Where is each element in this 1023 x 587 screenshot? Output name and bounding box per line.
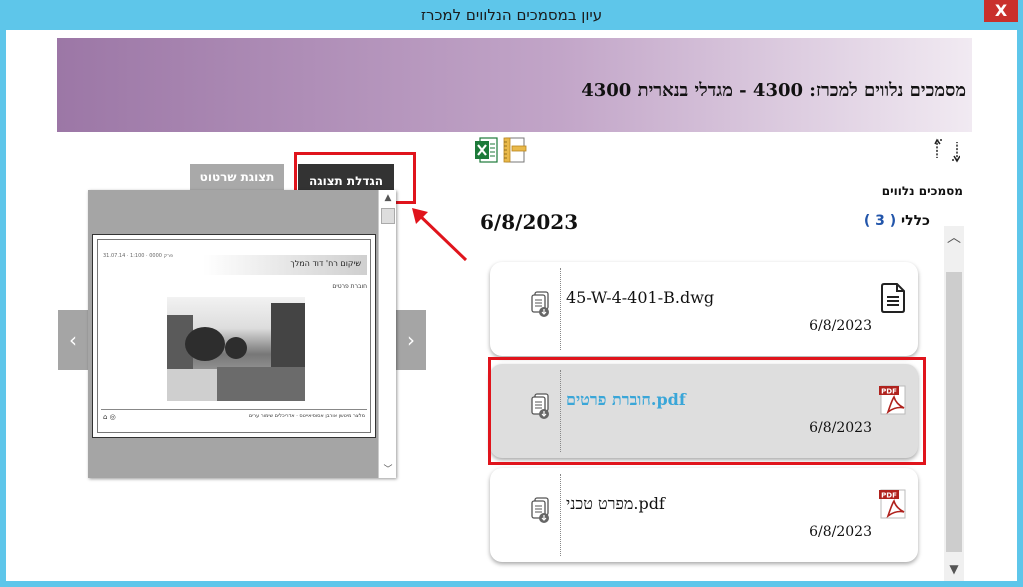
preview-doc-footer: מלצר מיטשן אורבן אסוסיאייטס · אדריכלים ש… xyxy=(248,413,365,419)
preview-scroll-up-icon[interactable]: ▲ xyxy=(379,190,397,206)
download-file-icon[interactable] xyxy=(530,496,552,524)
photo-tree xyxy=(225,337,247,359)
group-count: ( 3 ) xyxy=(863,213,897,229)
preview-page: פרק 0000 · 1:100 · 31.07.14 שיקום רח' דו… xyxy=(92,234,376,438)
close-button[interactable]: X xyxy=(984,0,1018,22)
group-name: כללי ( 3 ) xyxy=(864,213,930,229)
prev-page-button[interactable]: ‹ xyxy=(58,310,88,370)
file-name[interactable]: מפרט טכני.pdf xyxy=(566,494,665,514)
preview-scroll-down-icon[interactable]: ﹀ xyxy=(379,462,397,478)
scroll-up-icon[interactable]: ︿ xyxy=(944,226,964,250)
page-title: מסמכים נלווים למכרז: 4300 - מגדלי בנארית… xyxy=(581,80,966,101)
title-bar: עיון במסמכים הנלווים למכרז X xyxy=(0,0,1023,30)
preview-scrollbar[interactable]: ▲ ﹀ xyxy=(378,190,396,478)
svg-text:PDF: PDF xyxy=(881,492,897,500)
group-header[interactable]: 6/8/2023 כללי ( 3 ) xyxy=(480,210,930,238)
scroll-thumb[interactable] xyxy=(946,272,962,552)
drawing-view-button[interactable]: תצוגת שרטוט xyxy=(190,164,284,190)
file-card[interactable]: 45-W-4-401-B.dwg 6/8/2023 xyxy=(490,262,918,356)
next-page-button[interactable]: › xyxy=(396,310,426,370)
file-name[interactable]: 45-W-4-401-B.dwg xyxy=(566,288,714,307)
ruler-drawing-icon[interactable] xyxy=(502,136,528,164)
section-label: מסמכים נלווים xyxy=(881,184,963,198)
photo-building xyxy=(271,303,305,373)
main-window: מסמכים נלווים למכרז: 4300 - מגדלי בנארית… xyxy=(6,30,1017,581)
preview-doc-code: פרק 0000 · 1:100 · 31.07.14 xyxy=(103,253,174,259)
preview-doc-title: שיקום רח' דוד המלך xyxy=(290,259,361,268)
sync-icon[interactable] xyxy=(934,136,960,164)
photo-road xyxy=(217,367,305,401)
preview-scroll-thumb[interactable] xyxy=(381,208,395,224)
preview-footer-line xyxy=(101,409,367,410)
excel-icon[interactable] xyxy=(474,136,498,164)
document-icon xyxy=(881,283,905,313)
download-file-icon[interactable] xyxy=(530,290,552,318)
card-divider xyxy=(560,474,561,556)
scroll-down-icon[interactable]: ▼ xyxy=(944,557,964,581)
file-date: 6/8/2023 xyxy=(809,318,872,334)
pdf-icon: PDF xyxy=(879,489,906,519)
group-date: 6/8/2023 xyxy=(480,210,579,234)
window-title: עיון במסמכים הנלווים למכרז xyxy=(420,6,603,24)
photo-tree xyxy=(185,327,225,361)
document-preview[interactable]: פרק 0000 · 1:100 · 31.07.14 שיקום רח' דו… xyxy=(88,190,396,478)
page-header: מסמכים נלווים למכרז: 4300 - מגדלי בנארית… xyxy=(57,38,972,132)
file-card[interactable]: מפרט טכני.pdf 6/8/2023 PDF xyxy=(490,468,918,562)
annotation-arrow-icon xyxy=(412,208,468,262)
preview-doc-subtitle: חוברת פרטים xyxy=(332,283,367,290)
preview-logo-icon: ⌂ ◎ xyxy=(103,413,116,421)
group-name-text: כללי xyxy=(901,213,930,229)
preview-street-photo xyxy=(167,297,305,401)
files-scrollbar[interactable]: ︿ ▼ xyxy=(944,226,964,581)
file-date: 6/8/2023 xyxy=(809,524,872,540)
preview-header-band: שיקום רח' דוד המלך xyxy=(203,255,367,275)
selection-highlight-card xyxy=(488,357,926,465)
card-divider xyxy=(560,268,561,350)
